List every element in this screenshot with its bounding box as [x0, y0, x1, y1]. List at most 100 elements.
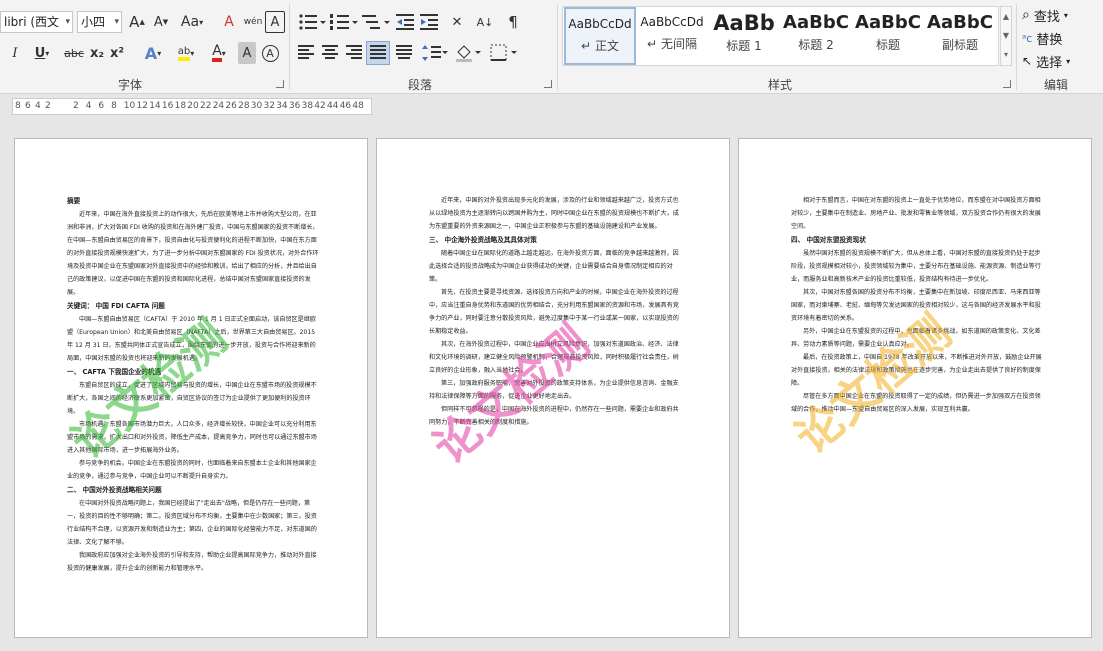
distributed-icon[interactable] [396, 45, 414, 61]
body-paragraph: 其次，中国对东盟各国的投资分布不均衡，主要集中在新加坡、印度尼西亚、马来西亚等国… [791, 289, 1041, 322]
body-paragraph: 中国—东盟自由贸易区（CAFTA）于 2010 年 1 月 1 日正式全面启动，… [67, 316, 316, 362]
font-size-value: 小四 [81, 15, 106, 29]
change-case-button[interactable]: Aa ▾ [176, 11, 208, 33]
phonetic-guide-button[interactable]: wén [242, 11, 264, 33]
increase-indent-icon[interactable] [420, 13, 440, 31]
sort-button[interactable]: A↓ [474, 11, 496, 33]
find-label: 查找 [1033, 9, 1060, 25]
style-preview: AaBb [713, 11, 775, 35]
paragraph-dialog-launcher-icon[interactable] [544, 80, 552, 88]
superscript-button[interactable]: x² [108, 42, 126, 64]
body-paragraph: 我国政府应加强对企业海外投资的引导和支持，帮助企业提高国际竞争力，推动对外直接投… [67, 552, 317, 572]
strikethrough-button[interactable]: abc [62, 42, 86, 64]
style-name: ↵ 无间隔 [636, 35, 708, 52]
align-right-icon[interactable] [346, 45, 364, 61]
find-button[interactable]: ⌕ 查找 ▾ [1022, 4, 1068, 26]
ruler-bar[interactable]: 8 6 4 2 2 4 6 8 10 12 14 16 18 20 22 24 26 28 30 32 34 36 38 42… [12, 98, 372, 115]
justify-icon[interactable] [370, 45, 388, 61]
numbering-icon[interactable] [330, 13, 358, 31]
body-paragraph: 在中国对外投资战略问题上，我国已经提出了"走出去"战略，但是仍存在一些问题，第一… [67, 500, 317, 546]
font-dialog-launcher-icon[interactable] [276, 80, 284, 88]
style-title[interactable]: AaBbC 标题 [852, 7, 924, 65]
ruler-tick: 6 [25, 101, 31, 111]
chinese-layout-button[interactable]: ✕ [446, 11, 468, 33]
enclose-character-icon: A [261, 44, 279, 62]
document-page-2[interactable]: 近年来，中国的对外投资出现多元化的发展，涉及的行业和领域越来越广泛，投资方式也从… [376, 138, 730, 638]
body-paragraph: 最后，在投资政策上，中国自 1978 年改革开放以来，不断推进对外开放，鼓励企业… [791, 354, 1042, 387]
style-preview: AaBbC [783, 12, 849, 33]
font-family-value: libri (西文 [4, 15, 60, 29]
section-heading: 摘要 [67, 197, 81, 205]
show-marks-button[interactable]: ¶ [502, 11, 524, 33]
section-heading: 二、 中国对外投资战略相关问题 [67, 486, 162, 494]
section-heading: 一、 CAFTA 下我国企业的机遇 [67, 368, 162, 376]
style-heading-2[interactable]: AaBbC 标题 2 [780, 7, 852, 65]
italic-button[interactable]: I [6, 42, 24, 64]
decrease-indent-icon[interactable] [396, 13, 416, 31]
enclose-character-button[interactable]: A [260, 42, 280, 64]
scroll-down-icon[interactable]: ▼ [1001, 26, 1011, 45]
horizontal-ruler: 8 6 4 2 2 4 6 8 10 12 14 16 18 20 22 24 26 28 30 32 34 36 38 42… [0, 95, 1103, 117]
ruler-tick: 22 [200, 101, 212, 111]
line-spacing-icon[interactable] [422, 45, 448, 61]
ruler-tick: 4 [85, 101, 92, 111]
font-group-label: 字体 [117, 78, 142, 92]
subscript-button[interactable]: x₂ [88, 42, 106, 64]
replace-label: 替换 [1036, 32, 1063, 48]
ruler-tick: 4 [35, 101, 41, 111]
highlight-button[interactable]: ab ▾ [172, 42, 200, 64]
shading-icon[interactable] [456, 44, 482, 62]
chevron-down-icon[interactable]: ▾ [65, 12, 70, 32]
text-effects-button[interactable]: A ▾ [140, 42, 166, 64]
ruler-tick: 6 [98, 101, 105, 111]
style-heading-1[interactable]: AaBb 标题 1 [708, 7, 780, 65]
bullets-icon[interactable] [298, 13, 326, 31]
style-subtitle[interactable]: AaBbC 副标题 [924, 7, 996, 65]
body-paragraph: 参与竞争的机会。中国企业在东盟投资的同时，也面临着来自东盟本土企业和其他国家企业… [67, 460, 317, 480]
phonetic-icon: wén [243, 17, 263, 27]
body-paragraph: 另外，中国企业在东盟投资的过程中，也面临着诸多挑战，如东道国的政策变化、文化差异… [791, 328, 1041, 348]
scroll-up-icon[interactable]: ▲ [1001, 7, 1011, 26]
body-paragraph: 相对于东盟而言，中国在对东盟的投资上一直处于优势地位，而东盟在对中国投资方面相对… [791, 197, 1041, 230]
text-effects-icon: A [144, 43, 158, 63]
styles-scroll[interactable]: ▲ ▼ ▾ [1000, 6, 1012, 66]
align-center-icon[interactable] [322, 45, 340, 61]
document-page-3[interactable]: 相对于东盟而言，中国在对东盟的投资上一直处于优势地位，而东盟在对中国投资方面相对… [738, 138, 1092, 638]
grow-font-button[interactable]: A ▲ [126, 11, 148, 33]
body-paragraph: 但同样不可忽视的是，中国在海外投资的进程中，仍然存在一些问题，需要企业和政府共同… [429, 406, 679, 426]
eraser-icon: A [224, 14, 234, 30]
align-left-icon[interactable] [298, 45, 316, 61]
document-page-1[interactable]: 摘要 近年来，中国在海外直接投资上的动作很大，先后在欧美等地上市并收购大型公司，在… [14, 138, 368, 638]
ruler-tick: 8 [15, 101, 21, 111]
clear-formatting-button[interactable]: A [218, 11, 240, 33]
multilevel-list-icon[interactable] [362, 13, 390, 31]
character-shading-button[interactable]: A [238, 42, 256, 64]
character-border-button[interactable]: A [265, 11, 285, 33]
ruler-tick: 18 [174, 101, 187, 111]
style-normal[interactable]: AaBbCcDd ↵ 正文 [564, 7, 636, 65]
select-label: 选择 [1036, 55, 1063, 71]
styles-dialog-launcher-icon[interactable] [1003, 80, 1011, 88]
underline-button[interactable]: U ▾ [30, 42, 54, 64]
shrink-font-button[interactable]: A ▼ [150, 11, 172, 33]
font-family-combo[interactable]: libri (西文 ▾ [0, 11, 73, 33]
ruler-tick: 16 [161, 101, 174, 111]
ribbon: libri (西文 ▾ 小四 ▾ A ▲ A ▼ Aa ▾ A wén A I U ▾ ab… [0, 0, 1103, 94]
body-paragraph: 尽管在多方面中国企业在东盟的投资取得了一定的成绩，但仍需进一步加强双方在投资领域… [791, 393, 1041, 413]
select-button[interactable]: ↖ 选择 ▾ [1022, 50, 1070, 72]
font-color-icon: A [212, 44, 222, 62]
body-paragraph: 其次，在海外投资过程中，中国企业应当树立风险意识，加强对东道国政治、经济、法律和… [429, 341, 679, 374]
ruler-tick: 8 [111, 101, 117, 111]
ruler-tick: 42 [314, 101, 326, 111]
font-color-button[interactable]: A ▾ [206, 42, 232, 64]
style-no-spacing[interactable]: AaBbCcDd ↵ 无间隔 [636, 7, 708, 65]
replace-button[interactable]: ᵃc 替换 [1022, 27, 1062, 49]
borders-icon[interactable] [490, 44, 518, 62]
font-size-combo[interactable]: 小四 ▾ [77, 11, 122, 33]
body-paragraph: 市场机遇。东盟各国市场潜力巨大，人口众多，经济增长较快，中国企业可以充分利用东盟… [67, 421, 317, 454]
highlighter-icon: ab [177, 46, 191, 61]
ruler-tick: 2 [73, 101, 79, 111]
search-icon: ⌕ [1022, 7, 1030, 23]
more-styles-icon[interactable]: ▾ [1001, 45, 1011, 64]
chevron-down-icon[interactable]: ▾ [114, 12, 119, 32]
